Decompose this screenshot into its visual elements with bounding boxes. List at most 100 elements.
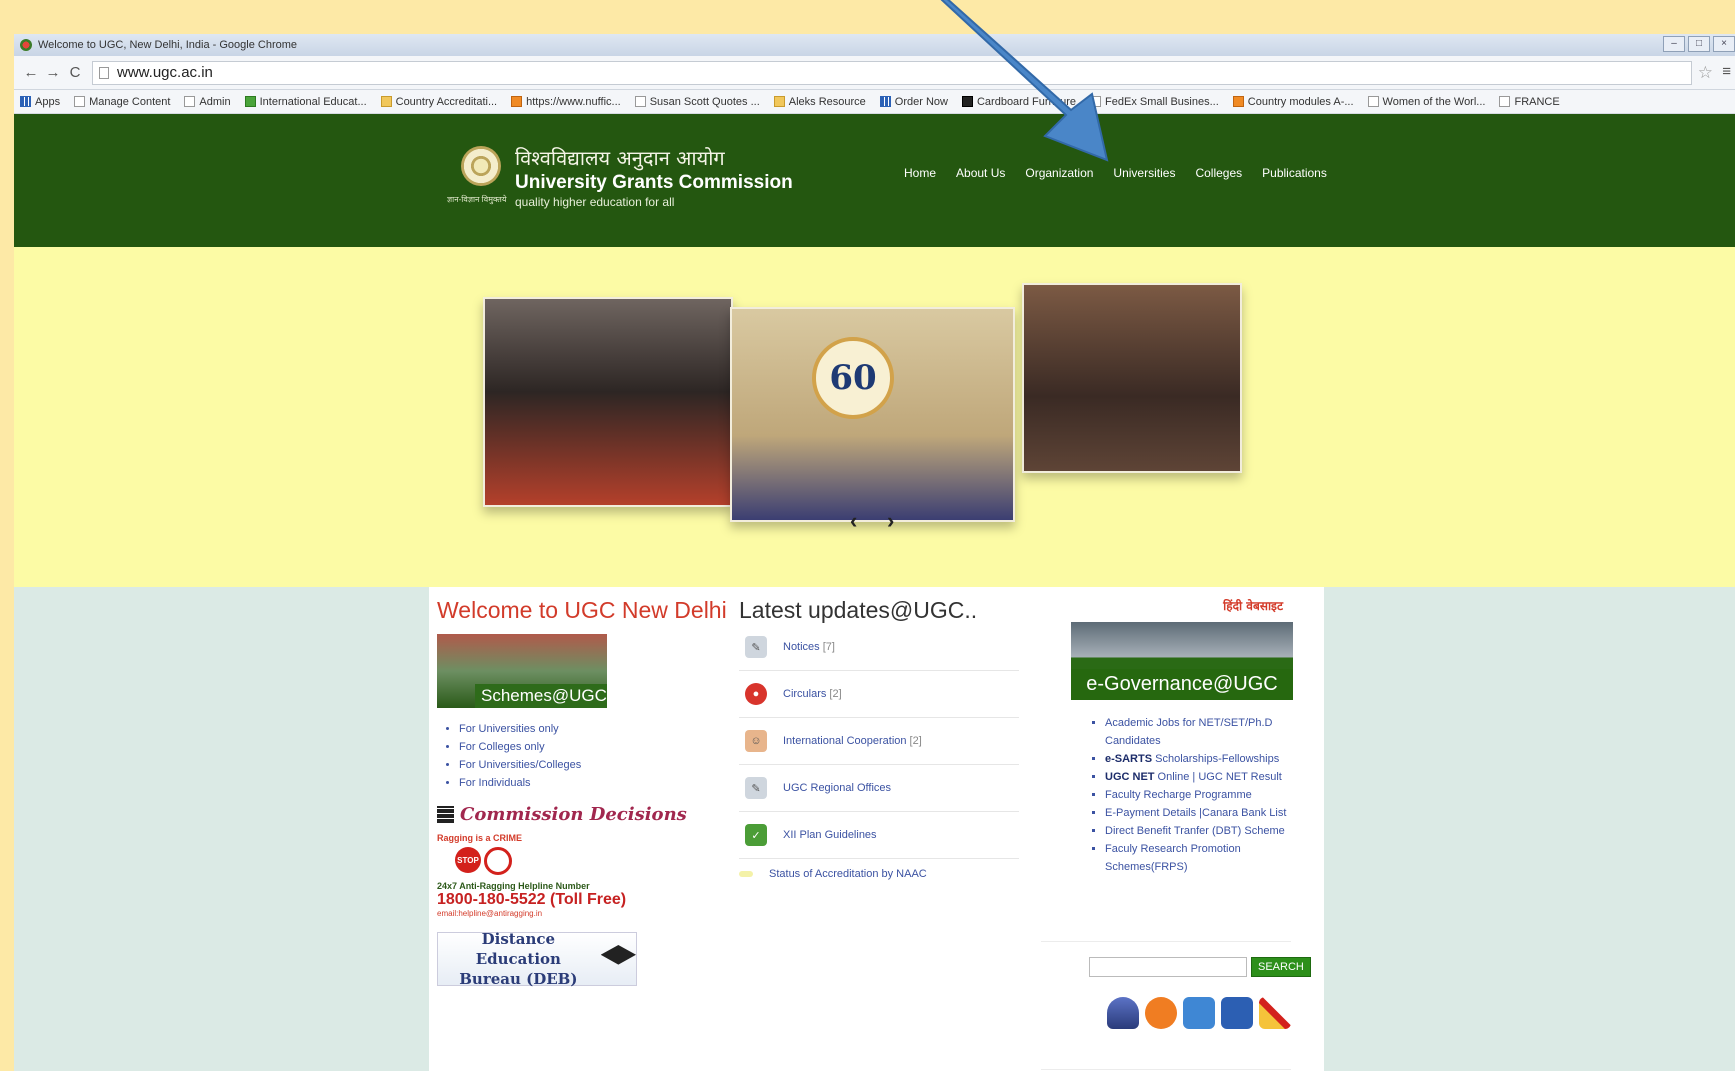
ugc-emblem-icon[interactable] xyxy=(461,146,501,186)
maximize-button[interactable]: □ xyxy=(1688,36,1710,52)
scheme-link[interactable]: For Universities/Colleges xyxy=(459,756,687,774)
bookmark-item[interactable]: Admin xyxy=(184,96,231,108)
update-row[interactable]: ✓ XII Plan Guidelines xyxy=(739,812,1019,859)
diamond-jubilee-badge: 60 xyxy=(812,337,894,419)
scheme-link[interactable]: For Colleges only xyxy=(459,738,687,756)
egov-link[interactable]: Direct Benefit Tranfer (DBT) Scheme xyxy=(1105,822,1321,840)
egovernance-column: हिंदी वेबसाइट e-Governance@UGC Academic … xyxy=(1041,597,1321,1070)
browser-toolbar: ← → C www.ugc.ac.in ☆ ≡ xyxy=(14,56,1735,90)
mail-icon[interactable] xyxy=(1183,997,1215,1029)
nav-home[interactable]: Home xyxy=(904,166,936,180)
folder-icon xyxy=(380,96,392,107)
bookmark-label: Manage Content xyxy=(89,95,171,108)
photo-carousel: 60 ‹ › xyxy=(14,247,1735,587)
jobs-icon[interactable] xyxy=(1221,997,1253,1029)
carousel-next-button[interactable]: › xyxy=(887,508,894,534)
telephone-icon[interactable] xyxy=(1145,997,1177,1029)
scheme-link[interactable]: For Universities only xyxy=(459,720,687,738)
deb-banner[interactable]: Distance Education Bureau (DEB) xyxy=(437,930,637,988)
search-button[interactable]: SEARCH xyxy=(1251,957,1311,977)
bookmark-item[interactable]: Order Now xyxy=(879,96,948,108)
update-count: [2] xyxy=(829,688,842,700)
carousel-photo[interactable] xyxy=(483,297,733,507)
tender-pen-icon[interactable] xyxy=(1259,997,1291,1029)
scheme-link[interactable]: For Individuals xyxy=(459,774,687,792)
egov-link[interactable]: e-SARTS Scholarships-Fellowships xyxy=(1105,750,1321,768)
hindi-website-link[interactable]: हिंदी वेबसाइट xyxy=(1041,597,1321,614)
bookmark-item[interactable]: Cardboard Furniture xyxy=(961,96,1076,108)
bookmark-item[interactable]: Women of the Worl... xyxy=(1367,96,1485,108)
egov-link-bold: e-SARTS xyxy=(1105,753,1153,765)
bookmark-item[interactable]: FRANCE xyxy=(1499,96,1560,108)
schemes-list: For Universities only For Colleges only … xyxy=(459,720,687,792)
egov-link[interactable]: Faculy Research Promotion Schemes(FRPS) xyxy=(1105,840,1321,876)
anti-ragging-banner[interactable]: STOP xyxy=(455,847,687,875)
page-icon xyxy=(1367,96,1379,107)
reload-icon[interactable]: C xyxy=(64,64,86,81)
bookmark-label: Country Accreditati... xyxy=(395,95,498,108)
bookmark-item[interactable]: Manage Content xyxy=(74,96,170,108)
deb-line2: Bureau (DEB) xyxy=(459,970,578,988)
plant-icon xyxy=(244,96,256,107)
bookmark-label: FedEx Small Busines... xyxy=(1105,95,1219,108)
bookmark-label: Susan Scott Quotes ... xyxy=(649,95,760,108)
bookmark-item[interactable]: Aleks Resource xyxy=(773,95,866,108)
browser-window: Welcome to UGC, New Delhi, India - Googl… xyxy=(14,34,1735,1071)
circular-icon: ● xyxy=(745,683,767,705)
bookmark-label: https://www.nuffic... xyxy=(526,95,621,108)
forward-arrow-icon[interactable]: → xyxy=(42,64,64,81)
helpline-label: 24x7 Anti-Ragging Helpline Number xyxy=(437,881,590,891)
bookmark-item[interactable]: https://www.nuffic... xyxy=(511,96,621,108)
emblem-caption: ज्ञान-विज्ञान विमुक्तये xyxy=(447,195,507,204)
update-row[interactable]: ✎ Notices [7] xyxy=(739,624,1019,671)
nav-about-us[interactable]: About Us xyxy=(956,166,1005,180)
site-title[interactable]: University Grants Commission xyxy=(515,172,793,194)
bookmark-item[interactable]: International Educat... xyxy=(244,96,367,108)
nav-organization[interactable]: Organization xyxy=(1025,166,1093,180)
press-releases-icon[interactable] xyxy=(1107,997,1139,1029)
deb-line1: Distance Education xyxy=(475,930,561,968)
page-icon xyxy=(99,66,109,79)
search-input[interactable] xyxy=(1089,957,1247,977)
chrome-menu-icon[interactable]: ≡ xyxy=(1722,63,1731,80)
update-row[interactable]: ☺ International Cooperation [2] xyxy=(739,718,1019,765)
bookmark-item[interactable]: Susan Scott Quotes ... xyxy=(634,95,760,108)
minimize-button[interactable]: – xyxy=(1663,36,1685,52)
schemes-banner[interactable]: Schemes@UGC xyxy=(437,634,607,708)
folder-icon xyxy=(773,96,785,107)
update-count: [2] xyxy=(909,735,922,747)
bookmark-star-icon[interactable]: ☆ xyxy=(1698,63,1713,83)
no-entry-icon xyxy=(484,847,512,875)
chrome-favicon-icon xyxy=(20,39,32,51)
page-icon xyxy=(184,96,196,107)
bookmark-item[interactable]: Apps xyxy=(20,96,60,108)
back-arrow-icon[interactable]: ← xyxy=(20,64,42,81)
egov-link[interactable]: UGC NET Online | UGC NET Result xyxy=(1105,768,1321,786)
nav-colleges[interactable]: Colleges xyxy=(1195,166,1242,180)
egovernance-banner[interactable]: e-Governance@UGC xyxy=(1071,622,1293,700)
address-bar[interactable]: www.ugc.ac.in xyxy=(92,60,1692,85)
carousel-prev-button[interactable]: ‹ xyxy=(850,508,857,534)
update-row[interactable]: Status of Accreditation by NAAC xyxy=(739,859,1019,889)
update-count: [7] xyxy=(822,641,835,653)
update-row[interactable]: ● Circulars [2] xyxy=(739,671,1019,718)
nav-universities[interactable]: Universities xyxy=(1113,166,1175,180)
update-row[interactable]: ✎ UGC Regional Offices xyxy=(739,765,1019,812)
bookmark-item[interactable]: FedEx Small Busines... xyxy=(1090,96,1219,108)
pen-icon: ✎ xyxy=(745,777,767,799)
carousel-photo[interactable] xyxy=(730,307,1015,522)
commission-decisions-link[interactable]: Commission Decisions xyxy=(437,804,687,825)
egovernance-label: e-Governance@UGC xyxy=(1071,669,1293,700)
egov-link[interactable]: Academic Jobs for NET/SET/Ph.D Candidate… xyxy=(1105,714,1321,750)
bookmark-label: Aleks Resource xyxy=(788,95,866,108)
close-button[interactable]: × xyxy=(1713,36,1735,52)
bookmark-item[interactable]: Country modules A-... xyxy=(1232,96,1354,108)
graduation-cap-icon xyxy=(600,945,636,965)
egov-link[interactable]: Faculty Recharge Programme xyxy=(1105,786,1321,804)
bookmark-item[interactable]: Country Accreditati... xyxy=(380,95,498,108)
egov-link[interactable]: E-Payment Details |Canara Bank List xyxy=(1105,804,1321,822)
carousel-photo[interactable] xyxy=(1022,283,1242,473)
decisions-grid-icon xyxy=(437,806,454,823)
search-form: SEARCH xyxy=(1089,957,1311,977)
nav-publications[interactable]: Publications xyxy=(1262,166,1327,180)
